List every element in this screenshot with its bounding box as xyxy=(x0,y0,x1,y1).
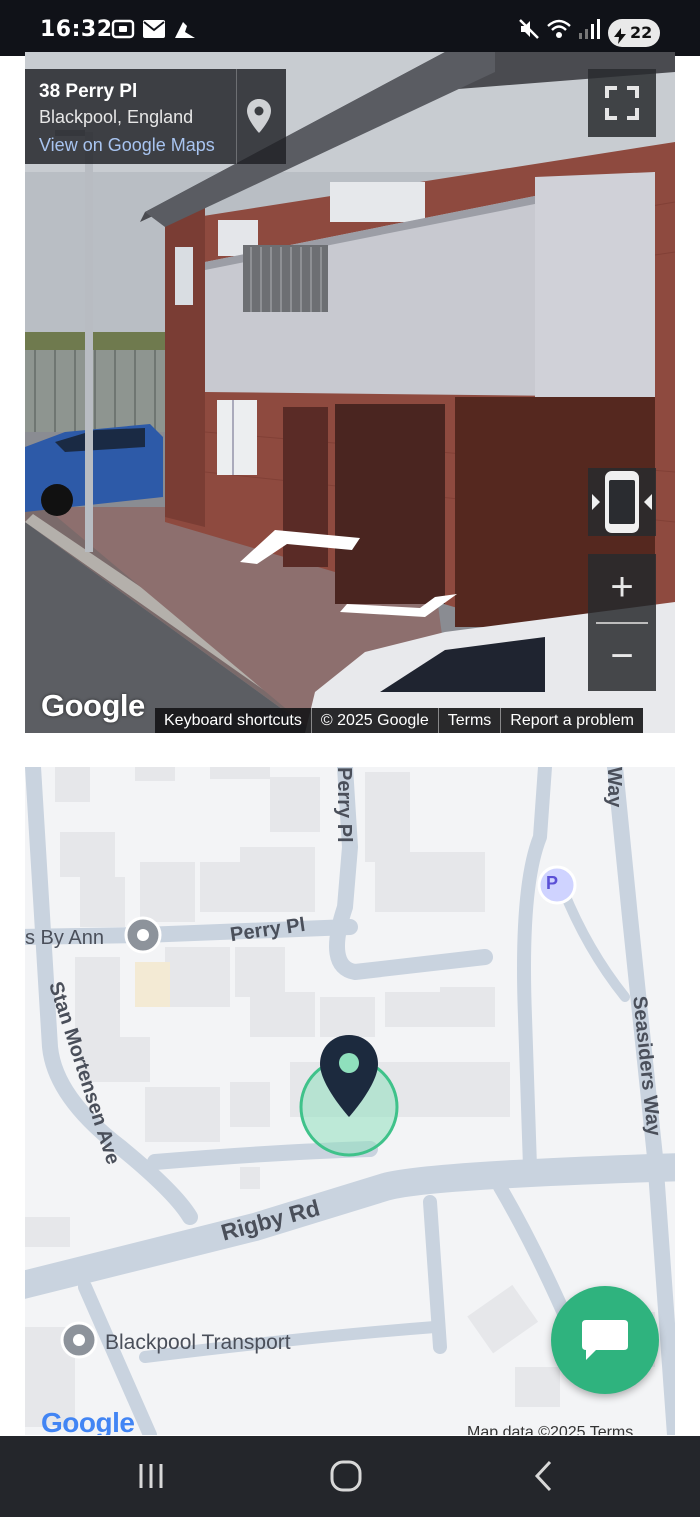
poi-pin-icon[interactable] xyxy=(124,916,162,954)
battery-indicator: 22 xyxy=(608,19,660,47)
address-card: 38 Perry Pl Blackpool, England View on G… xyxy=(25,69,286,164)
status-bar: 16:32 22 xyxy=(0,0,700,56)
fullscreen-button[interactable] xyxy=(588,69,656,137)
street-view-panel[interactable]: 38 Perry Pl Blackpool, England View on G… xyxy=(25,52,675,733)
map-google-logo: Google xyxy=(41,1407,135,1435)
zoom-out-button[interactable]: − xyxy=(588,624,656,691)
battery-charging-icon xyxy=(614,25,626,53)
wifi-icon xyxy=(546,18,572,45)
address-title: 38 Perry Pl xyxy=(39,81,138,102)
terms-link[interactable]: Terms xyxy=(439,708,502,733)
zoom-controls: + − xyxy=(588,554,656,691)
report-problem-link[interactable]: Report a problem xyxy=(501,708,643,733)
fullscreen-icon xyxy=(605,86,639,120)
location-pin-icon[interactable] xyxy=(247,99,271,138)
transport-pin-icon[interactable] xyxy=(60,1321,98,1359)
parking-label: P xyxy=(546,873,559,893)
copyright-text: © 2025 Google xyxy=(312,708,439,733)
way-top-label: Way xyxy=(603,767,625,808)
google-logo: Google xyxy=(41,688,145,723)
recent-apps-icon[interactable] xyxy=(133,1458,169,1499)
keyboard-shortcuts-link[interactable]: Keyboard shortcuts xyxy=(155,708,312,733)
poi-label[interactable]: s By Ann xyxy=(25,927,104,950)
mail-icon xyxy=(143,20,165,43)
navigation-bar xyxy=(0,1436,700,1517)
chat-bubble-icon xyxy=(582,1320,628,1360)
zoom-in-button[interactable]: + xyxy=(588,554,656,622)
home-icon[interactable] xyxy=(328,1458,364,1499)
address-card-divider xyxy=(236,69,237,164)
phone-rotate-icon xyxy=(592,471,652,533)
perry-pl-vertical-label: Perry Pl xyxy=(333,767,355,843)
chat-button[interactable] xyxy=(551,1286,659,1394)
screenshot-icon xyxy=(111,18,135,45)
signal-icon xyxy=(578,18,600,45)
street-view-footer: Keyboard shortcuts © 2025 Google Terms R… xyxy=(155,708,643,733)
view-on-google-maps-link[interactable]: View on Google Maps xyxy=(39,135,215,156)
runner-icon xyxy=(173,18,197,47)
address-subtitle: Blackpool, England xyxy=(39,107,194,127)
clock: 16:32 xyxy=(40,17,113,42)
battery-level: 22 xyxy=(630,23,653,42)
back-icon[interactable] xyxy=(526,1458,562,1499)
map-footer: Map data ©2025 Terms xyxy=(467,1424,634,1435)
mute-icon xyxy=(518,18,540,45)
map-google-logo-text: Google xyxy=(41,1407,135,1435)
pegman-rotate-button[interactable] xyxy=(588,468,656,536)
transport-label[interactable]: Blackpool Transport xyxy=(105,1331,291,1355)
